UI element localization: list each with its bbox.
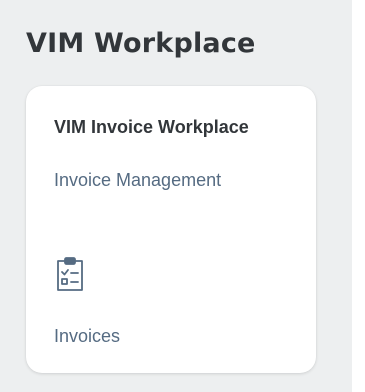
tile-footer-label: Invoices <box>54 326 121 346</box>
tile-title: VIM Invoice Workplace <box>54 117 249 137</box>
group-title: VIM Workplace <box>26 28 256 59</box>
vim-invoice-workplace-tile[interactable]: VIM Invoice Workplace Invoice Management… <box>26 86 316 373</box>
tile-subtitle: Invoice Management <box>54 170 222 190</box>
task-checklist-icon <box>54 256 86 292</box>
